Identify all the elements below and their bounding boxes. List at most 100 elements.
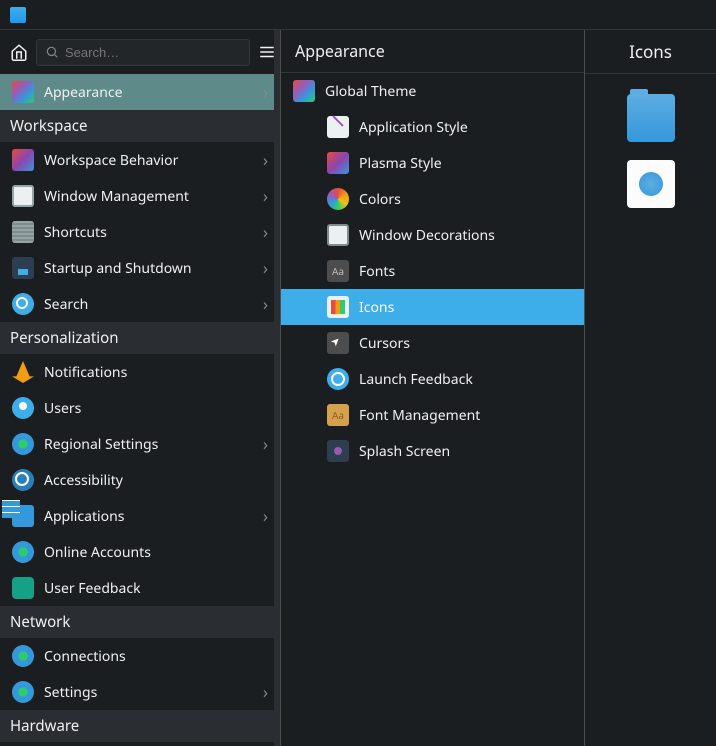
sidebar-item-shortcuts[interactable]: Shortcuts› <box>0 214 280 250</box>
sidebar-item-user-feedback-label: User Feedback <box>44 579 268 598</box>
middle-item-splash-screen[interactable]: Splash Screen <box>281 433 584 469</box>
sidebar-item-settings-label: Settings <box>44 683 263 702</box>
middle-item-cursors-label: Cursors <box>359 334 410 353</box>
chevron-right-icon: › <box>263 505 268 527</box>
middle-item-application-style-icon <box>327 116 349 138</box>
sidebar: Appearance› WorkspaceWorkspace Behavior›… <box>0 30 280 746</box>
middle-item-font-management-icon <box>327 404 349 426</box>
middle-item-launch-feedback-label: Launch Feedback <box>359 370 473 389</box>
middle-list: Global Theme Application Style Plasma Styl… <box>281 73 584 746</box>
sidebar-section-hardware: Hardware <box>0 710 280 742</box>
sidebar-item-online-accounts[interactable]: Online Accounts <box>0 534 280 570</box>
middle-item-plasma-style[interactable]: Plasma Style <box>281 145 584 181</box>
middle-item-fonts[interactable]: Fonts <box>281 253 584 289</box>
sidebar-item-search[interactable]: Search› <box>0 286 280 322</box>
sidebar-item-window-management[interactable]: Window Management› <box>0 178 280 214</box>
sidebar-item-online-accounts-icon <box>12 541 34 563</box>
sidebar-item-workspace-behavior-icon <box>12 149 34 171</box>
sidebar-item-startup-shutdown[interactable]: Startup and Shutdown› <box>0 250 280 286</box>
sidebar-item-connections-icon <box>12 645 34 667</box>
sidebar-item-accessibility-label: Accessibility <box>44 471 268 490</box>
chevron-right-icon: › <box>263 257 268 279</box>
sidebar-item-workspace-behavior-label: Workspace Behavior <box>44 151 263 170</box>
sidebar-section-personalization: Personalization <box>0 322 280 354</box>
sidebar-item-notifications-label: Notifications <box>44 363 268 382</box>
sidebar-item-notifications[interactable]: Notifications <box>0 354 280 390</box>
sidebar-item-applications[interactable]: Applications› <box>0 498 280 534</box>
right-content <box>585 74 716 746</box>
middle-item-launch-feedback-icon <box>327 368 349 390</box>
middle-item-cursors[interactable]: Cursors <box>281 325 584 361</box>
sidebar-item-appearance[interactable]: Appearance› <box>0 74 280 110</box>
middle-item-splash-screen-icon <box>327 440 349 462</box>
app-icon <box>10 7 26 23</box>
middle-panel-title: Appearance <box>281 30 584 73</box>
search-icon <box>45 45 59 59</box>
sidebar-item-window-management-label: Window Management <box>44 187 263 206</box>
sidebar-item-appearance-label: Appearance <box>44 83 263 102</box>
middle-item-window-decorations[interactable]: Window Decorations <box>281 217 584 253</box>
sidebar-header <box>0 30 280 74</box>
middle-item-icons[interactable]: Icons <box>281 289 584 325</box>
middle-item-global-theme-label: Global Theme <box>325 82 416 101</box>
right-panel: Icons <box>585 30 716 746</box>
middle-item-global-theme-icon <box>293 80 315 102</box>
home-icon <box>10 43 28 61</box>
middle-item-fonts-icon <box>327 260 349 282</box>
sidebar-item-settings-icon <box>12 681 34 703</box>
content: Appearance› WorkspaceWorkspace Behavior›… <box>0 30 716 746</box>
middle-item-application-style[interactable]: Application Style <box>281 109 584 145</box>
search-box[interactable] <box>36 39 250 66</box>
sidebar-item-startup-shutdown-icon <box>12 257 34 279</box>
sidebar-item-accessibility[interactable]: Accessibility <box>0 462 280 498</box>
middle-item-window-decorations-icon <box>327 224 349 246</box>
middle-item-colors-label: Colors <box>359 190 401 209</box>
titlebar <box>0 0 716 30</box>
sidebar-section-network: Network <box>0 606 280 638</box>
sidebar-item-search-label: Search <box>44 295 263 314</box>
sidebar-item-notifications-icon <box>12 361 34 383</box>
sidebar-item-regional-settings-label: Regional Settings <box>44 435 263 454</box>
sidebar-scrollbar[interactable] <box>274 30 280 746</box>
chevron-right-icon: › <box>263 185 268 207</box>
chevron-right-icon: › <box>263 149 268 171</box>
search-input[interactable] <box>65 45 241 60</box>
folder-icon-preview[interactable] <box>627 94 675 142</box>
sidebar-item-applications-label: Applications <box>44 507 263 526</box>
middle-item-font-management-label: Font Management <box>359 406 480 425</box>
middle-item-colors[interactable]: Colors <box>281 181 584 217</box>
middle-item-launch-feedback[interactable]: Launch Feedback <box>281 361 584 397</box>
sidebar-item-shortcuts-icon <box>12 221 34 243</box>
middle-item-fonts-label: Fonts <box>359 262 395 281</box>
sidebar-item-accessibility-icon <box>12 469 34 491</box>
middle-item-colors-icon <box>327 188 349 210</box>
home-button[interactable] <box>10 38 28 66</box>
sidebar-item-settings[interactable]: Settings› <box>0 674 280 710</box>
middle-item-font-management[interactable]: Font Management <box>281 397 584 433</box>
chevron-right-icon: › <box>263 221 268 243</box>
sidebar-item-user-feedback-icon <box>12 577 34 599</box>
sidebar-item-applications-icon <box>12 505 34 527</box>
chevron-right-icon: › <box>263 81 268 103</box>
middle-item-splash-screen-label: Splash Screen <box>359 442 450 461</box>
sidebar-item-users[interactable]: Users <box>0 390 280 426</box>
middle-item-application-style-label: Application Style <box>359 118 468 137</box>
sidebar-item-startup-shutdown-label: Startup and Shutdown <box>44 259 263 278</box>
middle-panel: Appearance Global Theme Application Style… <box>280 30 585 746</box>
sidebar-item-regional-settings[interactable]: Regional Settings› <box>0 426 280 462</box>
chevron-right-icon: › <box>263 681 268 703</box>
html-file-icon-preview[interactable] <box>627 160 675 208</box>
sidebar-section-workspace: Workspace <box>0 110 280 142</box>
sidebar-item-user-feedback[interactable]: User Feedback <box>0 570 280 606</box>
middle-item-cursors-icon <box>327 332 349 354</box>
sidebar-item-users-label: Users <box>44 399 268 418</box>
sidebar-item-shortcuts-label: Shortcuts <box>44 223 263 242</box>
sidebar-item-appearance-icon <box>12 81 34 103</box>
sidebar-item-users-icon <box>12 397 34 419</box>
middle-item-icons-icon <box>327 296 349 318</box>
sidebar-item-connections[interactable]: Connections <box>0 638 280 674</box>
middle-item-global-theme[interactable]: Global Theme <box>281 73 584 109</box>
chevron-right-icon: › <box>263 293 268 315</box>
middle-item-window-decorations-label: Window Decorations <box>359 226 495 245</box>
sidebar-item-workspace-behavior[interactable]: Workspace Behavior› <box>0 142 280 178</box>
